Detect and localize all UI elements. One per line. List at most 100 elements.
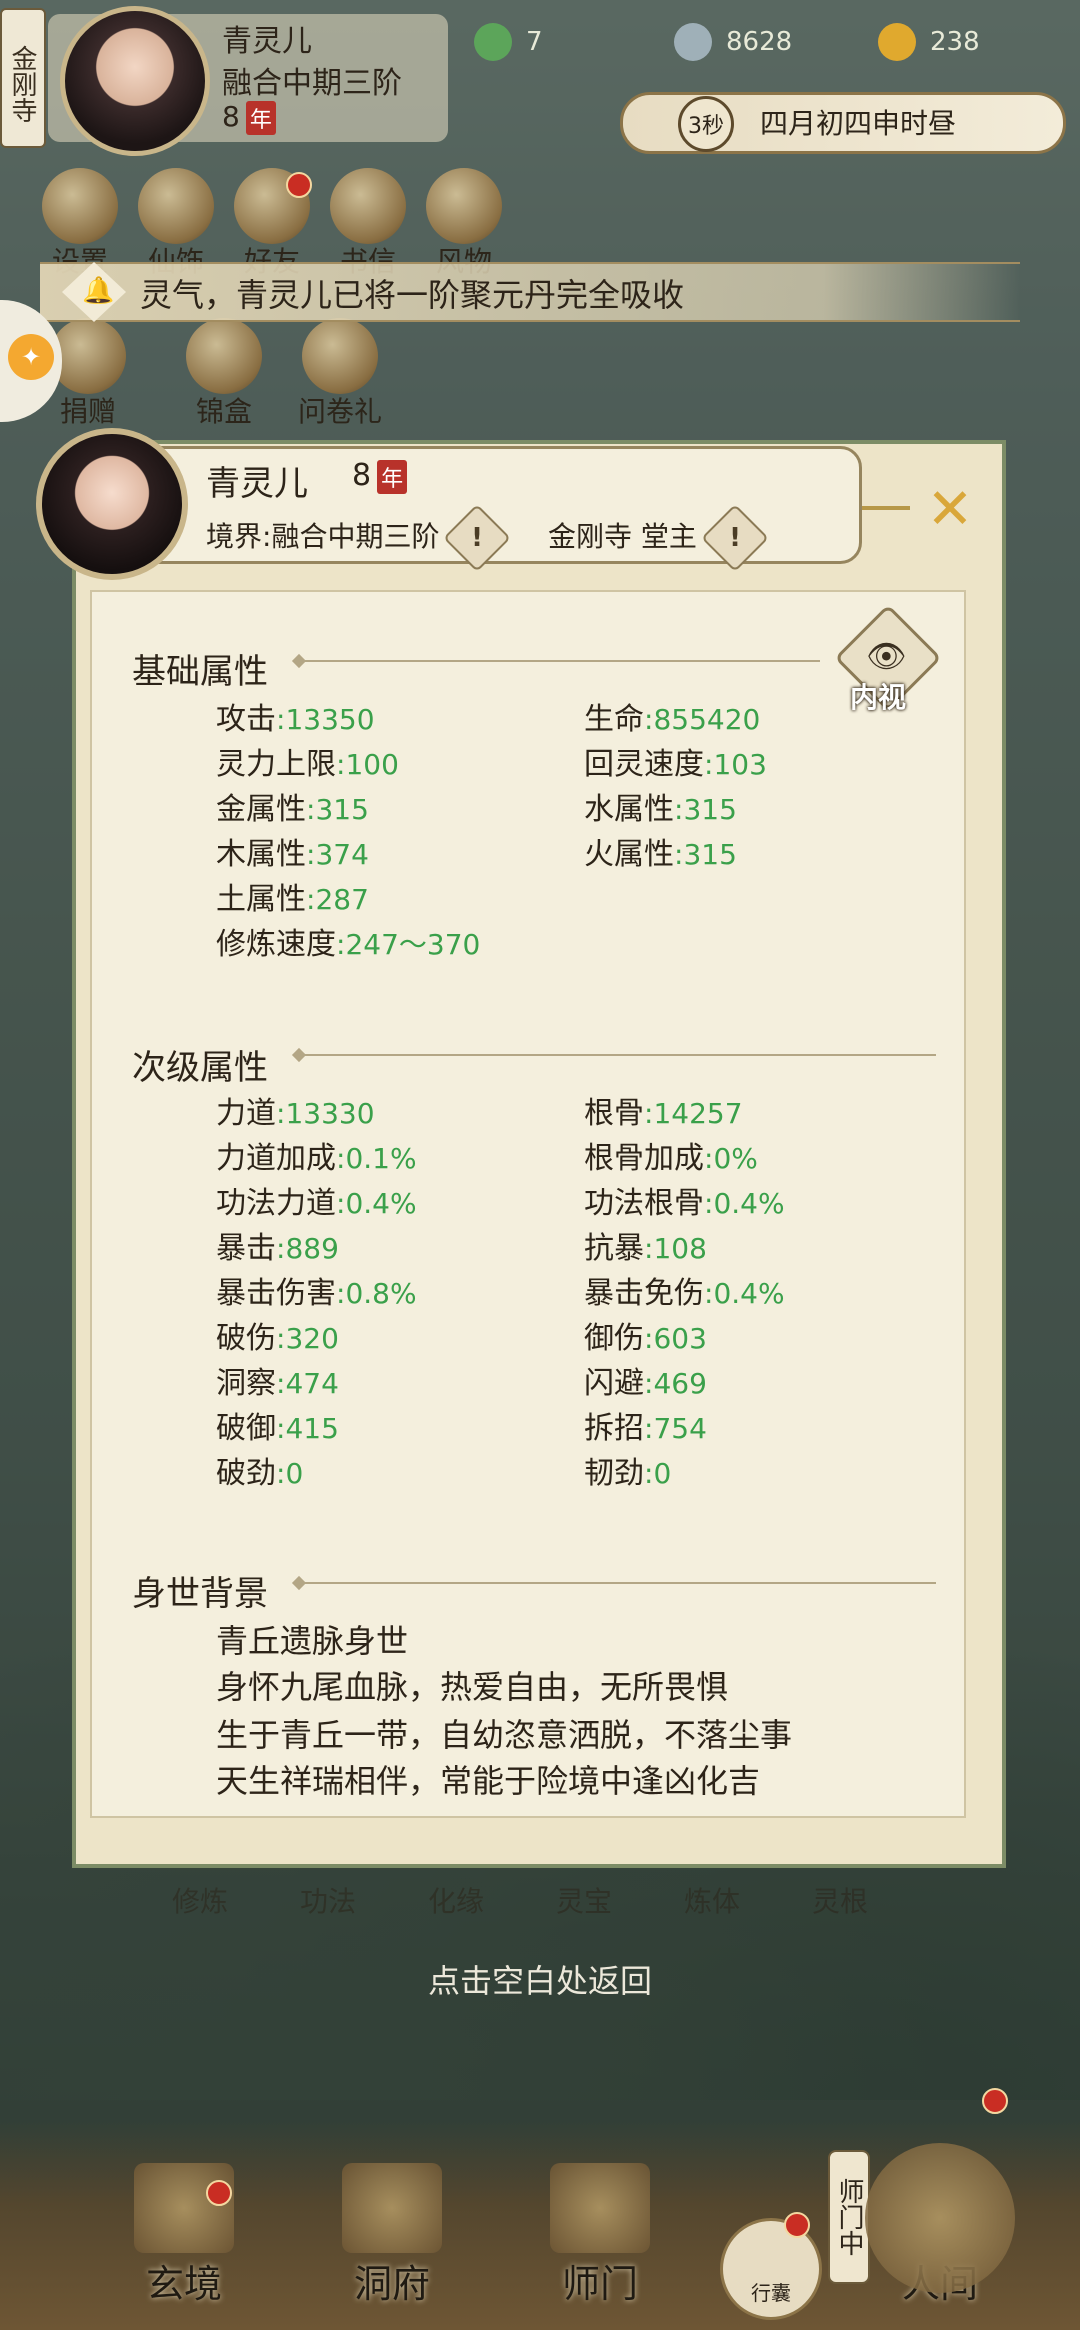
- jade-icon: [474, 23, 512, 61]
- attribute-label: 功法根骨: [584, 1186, 704, 1221]
- attribute-item: 火属性:315: [584, 829, 737, 873]
- attribute-item: 破伤:320: [216, 1313, 339, 1357]
- player-avatar[interactable]: [60, 6, 210, 156]
- time-countdown: 3秒: [678, 96, 734, 152]
- survey-gift-icon: [302, 318, 378, 394]
- attribute-item: 破劲:0: [216, 1448, 303, 1492]
- nav-dongfu[interactable]: 洞府: [312, 2163, 472, 2308]
- notice-text: 灵气，青灵儿已将一阶聚元丹完全吸收: [140, 276, 685, 314]
- sect-tag[interactable]: 金刚寺: [0, 8, 46, 148]
- attribute-item: 根骨:14257: [584, 1088, 743, 1132]
- attribute-label: 抗暴: [584, 1231, 644, 1266]
- body-refine-button[interactable]: 炼体: [652, 1884, 772, 1920]
- attribute-value: 889: [285, 1232, 339, 1265]
- gamepad-icon: ✦: [8, 334, 54, 380]
- attribute-value: 0.8%: [345, 1277, 417, 1310]
- bag-label: 行囊: [751, 2281, 791, 2305]
- attribute-value: 100: [345, 748, 399, 781]
- sect-value: 金刚寺 堂主: [548, 520, 697, 553]
- section-title-basic: 基础属性: [132, 652, 268, 692]
- renjian-badge: [982, 2088, 1008, 2114]
- survey-gift-button[interactable]: 问卷礼: [292, 318, 388, 430]
- inner-view-label: 内视: [850, 681, 907, 714]
- gift-box-button[interactable]: 锦盒: [176, 318, 272, 430]
- bag-badge: [784, 2212, 810, 2238]
- jade-resource[interactable]: 7: [474, 22, 543, 62]
- nav-shimen[interactable]: 师门: [520, 2163, 680, 2308]
- jade-value: 7: [526, 27, 543, 57]
- attribute-label: 回灵速度: [584, 747, 704, 782]
- attribute-item: 土属性:287: [216, 874, 369, 918]
- inner-view-button[interactable]: 👁 内视: [834, 604, 942, 714]
- treasure-button[interactable]: 灵宝: [524, 1884, 644, 1920]
- attribute-label: 根骨加成: [584, 1141, 704, 1176]
- background-line: 天生祥瑞相伴，常能于险境中逢凶化吉: [216, 1762, 761, 1800]
- attribute-item: 洞察:474: [216, 1358, 339, 1402]
- game-time: 四月初四申时昼: [760, 107, 957, 140]
- exclamation-icon: !: [471, 523, 484, 553]
- nav-renjian[interactable]: 人间: [860, 2143, 1020, 2308]
- attribute-item: 力道:13330: [216, 1088, 375, 1132]
- technique-button[interactable]: 功法: [268, 1884, 388, 1920]
- attribute-label: 暴击伤害: [216, 1276, 336, 1311]
- cultivate-button[interactable]: 修炼: [140, 1884, 260, 1920]
- attribute-label: 修炼速度: [216, 927, 336, 962]
- section-title-background: 身世背景: [132, 1574, 268, 1614]
- attribute-label: 韧劲: [584, 1456, 644, 1491]
- attribute-value: 603: [653, 1322, 707, 1355]
- attribute-label: 根骨: [584, 1096, 644, 1131]
- attribute-value: 0.4%: [345, 1187, 417, 1220]
- attribute-label: 暴击免伤: [584, 1276, 704, 1311]
- attribute-label: 御伤: [584, 1321, 644, 1356]
- nav-xuanjing[interactable]: 玄境: [104, 2163, 264, 2308]
- attribute-value: 0%: [713, 1142, 758, 1175]
- coin-value: 8628: [726, 27, 793, 57]
- attribute-item: 金属性:315: [216, 784, 369, 828]
- attribute-item: 功法根骨:0.4%: [584, 1178, 785, 1222]
- attribute-item: 闪避:469: [584, 1358, 707, 1402]
- tap-to-return-hint[interactable]: 点击空白处返回: [0, 1956, 1080, 2002]
- attribute-item: 抗暴:108: [584, 1223, 707, 1267]
- attribute-value: 13350: [285, 703, 375, 736]
- spirit-root-button[interactable]: 灵根: [780, 1884, 900, 1920]
- attribute-item: 灵力上限:100: [216, 739, 399, 783]
- attribute-item: 攻击:13350: [216, 694, 375, 738]
- background-line: 青丘遗脉身世: [216, 1622, 409, 1660]
- attribute-value: 415: [285, 1412, 339, 1445]
- attribute-value: 320: [285, 1322, 339, 1355]
- attribute-value: 247～370: [345, 928, 481, 961]
- sect-info-button[interactable]: !: [700, 504, 769, 572]
- section-divider: [300, 1054, 936, 1056]
- gold-value: 238: [930, 27, 980, 57]
- section-title-secondary: 次级属性: [132, 1048, 268, 1088]
- attribute-value: 108: [653, 1232, 707, 1265]
- attribute-item: 暴击:889: [216, 1223, 339, 1267]
- pavilion-icon: [342, 2163, 442, 2253]
- realm-info-button[interactable]: !: [443, 504, 512, 572]
- attribute-label: 破御: [216, 1411, 276, 1446]
- attribute-value: 14257: [653, 1097, 743, 1130]
- gift-box-icon: [186, 318, 262, 394]
- attribute-item: 水属性:315: [584, 784, 737, 828]
- coin-resource[interactable]: 8628: [674, 22, 792, 62]
- gold-resource[interactable]: 238: [878, 22, 980, 62]
- attribute-item: 功法力道:0.4%: [216, 1178, 417, 1222]
- panel-avatar: [36, 428, 188, 580]
- close-button[interactable]: ✕: [918, 478, 982, 542]
- realm-value: 融合中期三阶: [271, 520, 440, 553]
- friends-badge: [286, 172, 312, 198]
- panel-name: 青灵儿: [206, 464, 308, 504]
- attribute-item: 回灵速度:103: [584, 739, 767, 783]
- attribute-value: 0.4%: [713, 1187, 785, 1220]
- eye-icon: 👁: [866, 637, 907, 675]
- attribute-label: 土属性: [216, 882, 306, 917]
- attribute-item: 木属性:374: [216, 829, 369, 873]
- alms-button[interactable]: 化缘: [396, 1884, 516, 1920]
- attribute-label: 木属性: [216, 837, 306, 872]
- background-line: 身怀九尾血脉，热爱自由，无所畏惧: [216, 1668, 729, 1706]
- background-line: 生于青丘一带，自幼恣意洒脱，不落尘事: [216, 1716, 793, 1754]
- attribute-value: 855420: [653, 703, 761, 736]
- attribute-value: 103: [713, 748, 767, 781]
- attribute-item: 生命:855420: [584, 694, 760, 738]
- panel-age-seal: 年: [377, 459, 408, 494]
